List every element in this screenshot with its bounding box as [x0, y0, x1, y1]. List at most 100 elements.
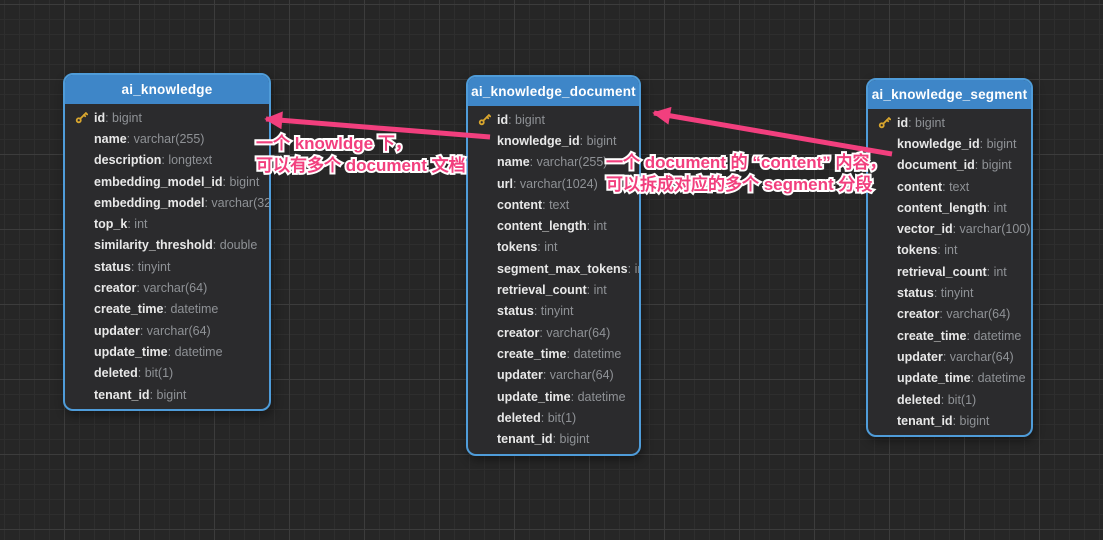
primary-key-glyph [878, 116, 891, 129]
primary-key-glyph [75, 111, 88, 124]
field-row-updater[interactable]: updater: varchar(64) [75, 320, 263, 341]
field-type: : datetime [971, 371, 1026, 385]
field-row-create_time[interactable]: create_time: datetime [75, 299, 263, 320]
field-type: : varchar(1024) [513, 177, 598, 191]
field-type: : double [213, 238, 257, 252]
field-row-update_time[interactable]: update_time: datetime [878, 368, 1025, 389]
field-row-name[interactable]: name: varchar(255) [75, 128, 263, 149]
field-row-status[interactable]: status: tinyint [878, 282, 1025, 303]
field-name: create_time [897, 329, 967, 343]
table-ai-knowledge[interactable]: ai_knowledge id: bigintname: varchar(255… [63, 73, 271, 411]
field-type: : datetime [164, 302, 219, 316]
field-row-deleted[interactable]: deleted: bit(1) [878, 389, 1025, 410]
field-row-document_id[interactable]: document_id: bigint [878, 155, 1025, 176]
field-row-knowledge_id[interactable]: knowledge_id: bigint [878, 133, 1025, 154]
field-row-retrieval_count[interactable]: retrieval_count: int [478, 279, 633, 300]
field-name: tenant_id [94, 388, 150, 402]
field-row-tokens[interactable]: tokens: int [878, 240, 1025, 261]
field-row-similarity_threshold[interactable]: similarity_threshold: double [75, 235, 263, 256]
field-row-content_length[interactable]: content_length: int [478, 215, 633, 236]
field-type: : datetime [967, 329, 1022, 343]
primary-key-icon [75, 111, 94, 124]
field-name: id [897, 116, 908, 130]
table-title[interactable]: ai_knowledge_document [468, 77, 639, 106]
field-name: content [897, 180, 942, 194]
field-row-tenant_id[interactable]: tenant_id: bigint [478, 428, 633, 449]
field-row-embedding_model[interactable]: embedding_model: varchar(32) [75, 192, 263, 213]
field-row-segment_max_tokens[interactable]: segment_max_tokens: int [478, 258, 633, 279]
field-row-tenant_id[interactable]: tenant_id: bigint [878, 410, 1025, 431]
field-type: : varchar(64) [943, 350, 1014, 364]
field-row-updater[interactable]: updater: varchar(64) [478, 365, 633, 386]
field-type: : varchar(32) [204, 196, 271, 210]
field-name: tokens [897, 243, 937, 257]
field-type: : varchar(64) [539, 326, 610, 340]
field-type: : datetime [168, 345, 223, 359]
field-type: : bigint [953, 414, 990, 428]
field-row-retrieval_count[interactable]: retrieval_count: int [878, 261, 1025, 282]
field-row-top_k[interactable]: top_k: int [75, 213, 263, 234]
field-name: name [94, 132, 127, 146]
field-row-update_time[interactable]: update_time: datetime [75, 341, 263, 362]
field-name: updater [94, 324, 140, 338]
table-ai-knowledge-segment[interactable]: ai_knowledge_segment id: bigintknowledge… [866, 78, 1033, 437]
field-name: retrieval_count [497, 283, 587, 297]
field-type: : text [942, 180, 969, 194]
arrow-document-to-segment[interactable] [654, 113, 892, 154]
field-type: : int [987, 201, 1007, 215]
field-row-create_time[interactable]: create_time: datetime [878, 325, 1025, 346]
field-name: creator [94, 281, 136, 295]
field-name: content_length [897, 201, 987, 215]
field-row-id[interactable]: id: bigint [878, 112, 1025, 133]
field-name: update_time [497, 390, 571, 404]
field-type: : bigint [975, 158, 1012, 172]
field-type: : bigint [908, 116, 945, 130]
field-type: : varchar(255) [530, 155, 608, 169]
annotation-line: 一个 knowldge 下， [256, 133, 466, 155]
annotation-line: 一个 document 的 “content” 内容， [606, 152, 887, 174]
field-name: embedding_model_id [94, 175, 223, 189]
field-row-deleted[interactable]: deleted: bit(1) [478, 407, 633, 428]
field-type: : varchar(64) [136, 281, 207, 295]
field-row-content[interactable]: content: text [478, 194, 633, 215]
field-name: id [94, 111, 105, 125]
field-row-tenant_id[interactable]: tenant_id: bigint [75, 384, 263, 405]
field-row-update_time[interactable]: update_time: datetime [478, 386, 633, 407]
field-row-creator[interactable]: creator: varchar(64) [75, 277, 263, 298]
field-row-updater[interactable]: updater: varchar(64) [878, 346, 1025, 367]
field-name: vector_id [897, 222, 953, 236]
field-name: create_time [94, 302, 164, 316]
field-name: deleted [497, 411, 541, 425]
field-row-create_time[interactable]: create_time: datetime [478, 343, 633, 364]
field-name: deleted [94, 366, 138, 380]
table-ai-knowledge-document[interactable]: ai_knowledge_document id: bigintknowledg… [466, 75, 641, 456]
field-name: document_id [897, 158, 975, 172]
field-name: create_time [497, 347, 567, 361]
field-name: update_time [897, 371, 971, 385]
table-title[interactable]: ai_knowledge [65, 75, 269, 104]
field-row-id[interactable]: id: bigint [478, 109, 633, 130]
field-row-status[interactable]: status: tinyint [478, 301, 633, 322]
field-row-creator[interactable]: creator: varchar(64) [878, 304, 1025, 325]
field-name: knowledge_id [897, 137, 980, 151]
field-type: : int [937, 243, 957, 257]
field-row-content_length[interactable]: content_length: int [878, 197, 1025, 218]
field-type: : bigint [150, 388, 187, 402]
field-row-knowledge_id[interactable]: knowledge_id: bigint [478, 130, 633, 151]
field-row-content[interactable]: content: text [878, 176, 1025, 197]
field-type: : longtext [161, 153, 212, 167]
field-type: : tinyint [934, 286, 974, 300]
field-row-description[interactable]: description: longtext [75, 150, 263, 171]
field-row-deleted[interactable]: deleted: bit(1) [75, 363, 263, 384]
field-row-creator[interactable]: creator: varchar(64) [478, 322, 633, 343]
field-type: : varchar(64) [543, 368, 614, 382]
table-title[interactable]: ai_knowledge_segment [868, 80, 1031, 109]
field-row-status[interactable]: status: tinyint [75, 256, 263, 277]
field-name: tokens [497, 240, 537, 254]
field-row-id[interactable]: id: bigint [75, 107, 263, 128]
field-name: segment_max_tokens [497, 262, 628, 276]
field-row-tokens[interactable]: tokens: int [478, 237, 633, 258]
field-row-vector_id[interactable]: vector_id: varchar(100) [878, 218, 1025, 239]
field-row-embedding_model_id[interactable]: embedding_model_id: bigint [75, 171, 263, 192]
field-type: : bigint [980, 137, 1017, 151]
